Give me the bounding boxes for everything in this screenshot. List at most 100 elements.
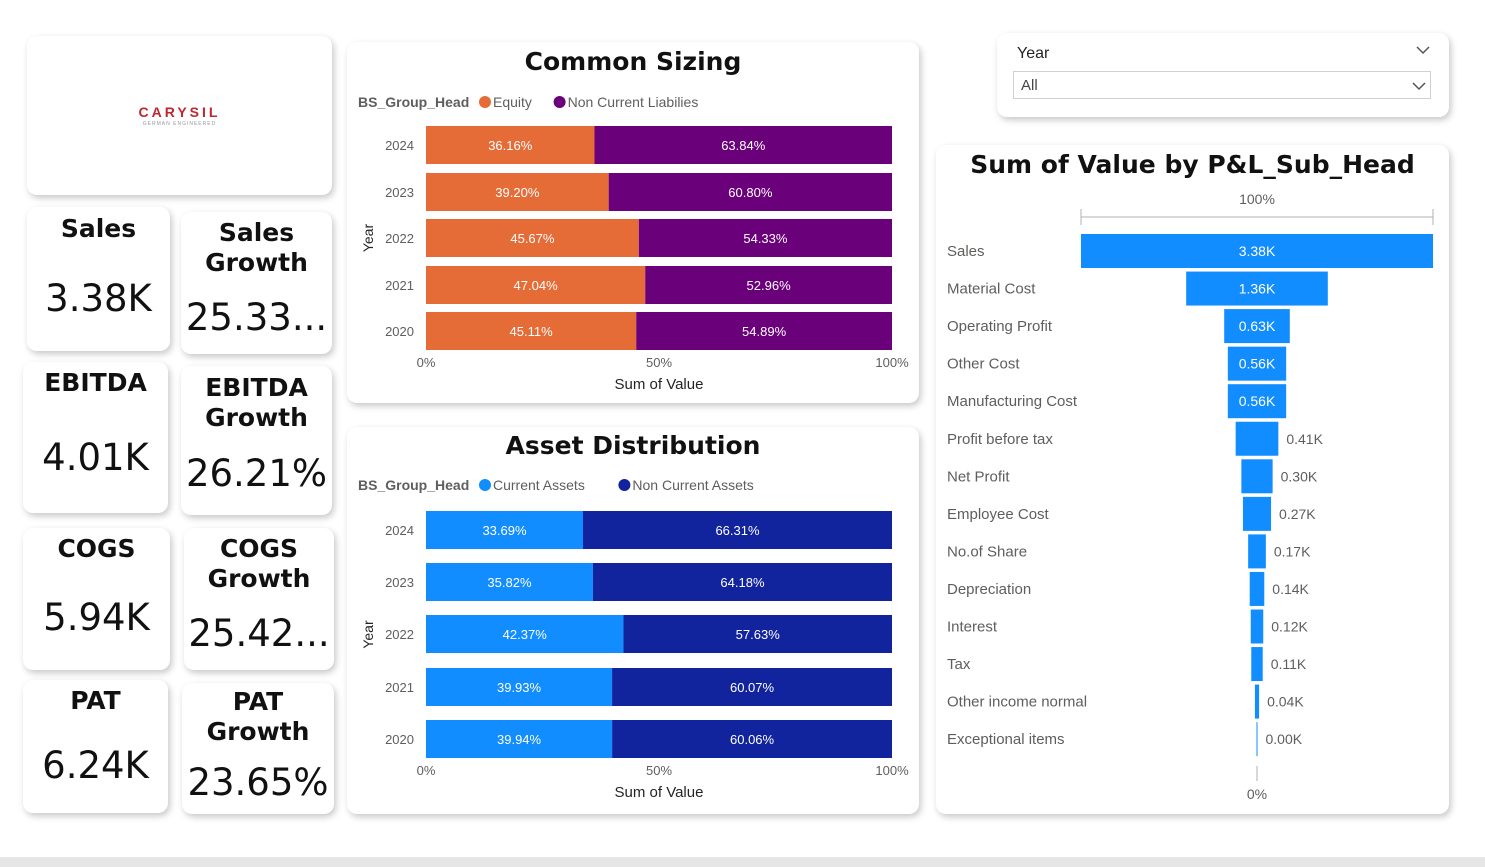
funnel-bar xyxy=(1254,684,1260,719)
kpi-label: COGS xyxy=(57,534,136,563)
legend-marker xyxy=(553,96,566,108)
funnel-bar xyxy=(1251,647,1263,682)
bottom-strip xyxy=(0,857,1485,867)
data-label: 52.96% xyxy=(747,278,792,293)
kpi-card-cogs-growth: COGS Growth 25.42... xyxy=(184,528,334,670)
kpi-card-sales: Sales 3.38K xyxy=(27,207,170,351)
data-label: 33.69% xyxy=(482,523,527,538)
legend-marker xyxy=(479,479,491,491)
x-tick-label: 0% xyxy=(417,355,436,370)
kpi-label: PAT xyxy=(70,686,121,715)
y-tick-label: 2021 xyxy=(385,278,414,293)
data-label: 60.06% xyxy=(730,732,775,747)
category-label: Depreciation xyxy=(947,581,1031,598)
data-label: 57.63% xyxy=(736,627,781,642)
y-tick-label: 2024 xyxy=(385,523,414,538)
y-axis-label: Year xyxy=(360,224,376,253)
legend-label: Non Current Assets xyxy=(632,477,753,493)
company-logo: CARYSIL xyxy=(138,104,221,120)
kpi-label: Sales Growth xyxy=(205,218,308,277)
data-label: 42.37% xyxy=(503,627,548,642)
data-label: 54.89% xyxy=(742,324,787,339)
legend-marker xyxy=(618,479,631,491)
category-label: Tax xyxy=(947,656,971,673)
legend-label: Equity xyxy=(493,94,532,110)
data-label: 45.11% xyxy=(510,324,554,339)
kpi-value: 25.42... xyxy=(188,612,330,655)
category-label: Net Profit xyxy=(947,468,1010,485)
data-label: 35.82% xyxy=(487,575,532,590)
data-label: 39.93% xyxy=(497,680,542,695)
kpi-card-ebitda-growth: EBITDA Growth 26.21% xyxy=(181,366,332,515)
data-label: 0.56K xyxy=(1239,393,1276,409)
category-label: Profit before tax xyxy=(947,431,1053,448)
category-label: Material Cost xyxy=(947,281,1036,298)
x-tick-label: 50% xyxy=(646,763,672,778)
category-label: Operating Profit xyxy=(947,318,1053,335)
kpi-value: 23.65% xyxy=(187,761,329,804)
kpi-label: COGS Growth xyxy=(207,534,311,593)
year-dropdown[interactable]: All xyxy=(1013,71,1431,99)
chevron-down-icon[interactable] xyxy=(1416,46,1430,55)
category-label: Other income normal xyxy=(947,694,1087,711)
funnel-bar xyxy=(1256,722,1258,757)
data-label: 63.84% xyxy=(721,138,766,153)
kpi-value: 5.94K xyxy=(43,596,150,639)
category-label: Exceptional items xyxy=(947,731,1065,748)
x-axis-label: Sum of Value xyxy=(615,784,704,801)
funnel-bar xyxy=(1250,609,1264,644)
kpi-card-ebitda: EBITDA 4.01K xyxy=(23,362,168,513)
data-label: 45.67% xyxy=(510,231,555,246)
kpi-value: 4.01K xyxy=(42,436,149,479)
y-tick-label: 2020 xyxy=(385,732,414,747)
funnel-bar xyxy=(1249,571,1265,606)
data-label: 66.31% xyxy=(715,523,760,538)
kpi-card-pat: PAT 6.24K xyxy=(23,680,168,813)
kpi-label: EBITDA Growth xyxy=(205,373,308,432)
data-label: 0.30K xyxy=(1281,468,1318,484)
data-label: 0.00K xyxy=(1266,731,1303,747)
logo-card: CARYSIL GERMAN ENGINEERED xyxy=(27,36,332,195)
x-tick-label: 100% xyxy=(875,355,909,370)
data-label: 0.14K xyxy=(1272,581,1309,597)
x-tick-label: 50% xyxy=(646,355,672,370)
x-axis-label: Sum of Value xyxy=(615,376,704,393)
kpi-card-pat-growth: PAT Growth 23.65% xyxy=(182,683,334,814)
legend-title: BS_Group_Head xyxy=(358,477,469,493)
year-slicer[interactable]: Year All xyxy=(997,33,1449,117)
data-label: 0.11K xyxy=(1271,656,1307,672)
y-tick-label: 2022 xyxy=(385,627,414,642)
data-label: 3.38K xyxy=(1239,243,1276,259)
funnel-bar xyxy=(1248,534,1266,569)
data-label: 0.63K xyxy=(1239,318,1276,334)
y-tick-label: 2023 xyxy=(385,575,414,590)
kpi-card-sales-growth: Sales Growth 25.33... xyxy=(181,212,332,354)
category-label: No.of Share xyxy=(947,543,1027,560)
kpi-label: PAT Growth xyxy=(206,687,310,746)
data-label: 47.04% xyxy=(514,278,559,293)
data-label: 36.16% xyxy=(488,138,533,153)
kpi-label: Sales xyxy=(60,214,137,243)
y-tick-label: 2020 xyxy=(385,324,414,339)
kpi-value: 6.24K xyxy=(42,744,149,787)
data-label: 54.33% xyxy=(743,231,788,246)
data-label: 0.41K xyxy=(1286,431,1323,447)
kpi-value: 26.21% xyxy=(185,452,328,495)
data-label: 1.36K xyxy=(1239,281,1276,297)
kpi-label: EBITDA xyxy=(44,368,147,397)
y-tick-label: 2022 xyxy=(385,231,414,246)
data-label: 60.80% xyxy=(728,185,773,200)
asset-distribution-card: Asset Distribution BS_Group_Head Current … xyxy=(347,427,919,814)
chevron-down-icon xyxy=(1412,82,1426,91)
data-label: 39.94% xyxy=(497,732,542,747)
data-label: 0.12K xyxy=(1271,619,1308,635)
funnel-card: Sum of Value by P&L_Sub_Head 100% Sales 3.… xyxy=(936,145,1449,814)
top-axis-label: 100% xyxy=(1239,191,1275,207)
funnel-bar xyxy=(1242,496,1272,531)
kpi-card-cogs: COGS 5.94K xyxy=(23,528,170,670)
kpi-value: 25.33... xyxy=(185,296,328,339)
category-label: Interest xyxy=(947,619,998,636)
kpi-value: 3.38K xyxy=(45,277,152,320)
y-tick-label: 2021 xyxy=(385,680,414,695)
legend-label: Current Assets xyxy=(493,477,585,493)
